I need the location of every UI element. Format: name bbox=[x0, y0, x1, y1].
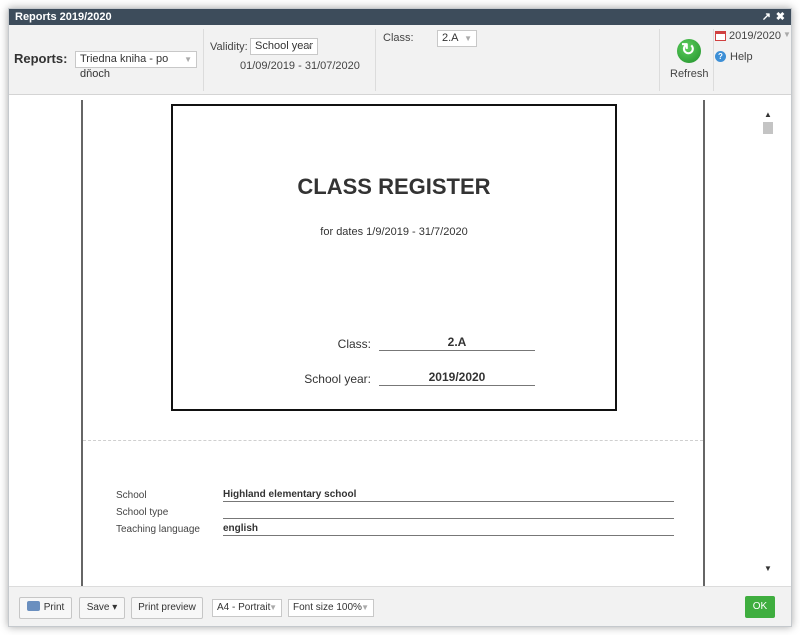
year-label: 2019/2020 bbox=[729, 30, 781, 42]
report-select[interactable]: Triedna kniha - po dňoch ▼ bbox=[75, 51, 197, 80]
cover-title: CLASS REGISTER bbox=[297, 174, 491, 199]
report-preview-area[interactable]: CLASS REGISTER for dates 1/9/2019 - 31/7… bbox=[9, 96, 791, 586]
print-button[interactable]: Print bbox=[19, 597, 72, 619]
validity-label: Validity: bbox=[210, 41, 248, 53]
cover-year-value: 2019/2020 bbox=[379, 370, 535, 386]
paper-format-value: A4 - Portrait bbox=[217, 602, 271, 613]
info-school-type-value bbox=[223, 506, 674, 519]
scroll-up-icon[interactable]: ▲ bbox=[761, 110, 775, 119]
footer-bar: Print Save ▾ Print preview A4 - Portrait… bbox=[9, 586, 791, 626]
class-select[interactable]: 2.A ▼ bbox=[437, 30, 477, 47]
title-bar: Reports 2019/2020 ↗ ✖ bbox=[9, 9, 791, 25]
info-school-type-label: School type bbox=[116, 507, 169, 518]
info-school-value: Highland elementary school bbox=[223, 489, 674, 502]
info-language-value: english bbox=[223, 523, 674, 536]
toolbar: Reports: Triedna kniha - po dňoch ▼ Vali… bbox=[9, 25, 791, 95]
ok-button[interactable]: OK bbox=[745, 596, 775, 618]
calendar-icon bbox=[715, 31, 726, 41]
info-school-label: School bbox=[116, 490, 147, 501]
cover-frame: CLASS REGISTER for dates 1/9/2019 - 31/7… bbox=[171, 104, 617, 411]
page-break-divider bbox=[83, 440, 703, 441]
chevron-down-icon: ▼ bbox=[269, 603, 277, 612]
print-preview-label: Print preview bbox=[138, 602, 196, 613]
report-page: CLASS REGISTER for dates 1/9/2019 - 31/7… bbox=[81, 100, 705, 586]
help-link[interactable]: ? Help bbox=[715, 51, 765, 65]
cover-class-label: Class: bbox=[337, 337, 371, 351]
font-size-value: Font size 100% bbox=[293, 602, 362, 613]
info-language-label: Teaching language bbox=[116, 524, 200, 535]
validity-select[interactable]: School year ▼ bbox=[250, 38, 318, 55]
scroll-down-icon[interactable]: ▼ bbox=[761, 564, 775, 573]
maximize-icon[interactable]: ↗ bbox=[762, 9, 771, 25]
refresh-label: Refresh bbox=[670, 68, 709, 80]
class-select-value: 2.A bbox=[442, 32, 459, 44]
validity-dates: 01/09/2019 - 31/07/2020 bbox=[240, 60, 360, 72]
chevron-down-icon: ▼ bbox=[305, 42, 313, 51]
refresh-button[interactable]: Refresh bbox=[667, 29, 711, 89]
refresh-icon bbox=[677, 39, 701, 63]
chevron-down-icon: ▼ bbox=[783, 30, 791, 39]
chevron-down-icon: ▼ bbox=[184, 55, 192, 64]
scrollbar-thumb[interactable] bbox=[763, 122, 773, 134]
cover-year-label: School year: bbox=[304, 372, 371, 386]
cover-subtitle: for dates 1/9/2019 - 31/7/2020 bbox=[320, 226, 468, 238]
year-selector[interactable]: 2019/2020 ▼ bbox=[715, 30, 791, 44]
printer-icon bbox=[26, 601, 40, 612]
save-label: Save ▾ bbox=[86, 602, 118, 613]
report-select-value: Triedna kniha - po dňoch bbox=[80, 53, 169, 80]
toolbar-divider bbox=[375, 29, 376, 91]
chevron-down-icon: ▼ bbox=[361, 603, 369, 612]
print-label: Print bbox=[43, 602, 65, 613]
help-icon: ? bbox=[715, 51, 726, 62]
toolbar-divider bbox=[713, 29, 714, 91]
vertical-scrollbar[interactable]: ▲ ▼ bbox=[761, 100, 775, 574]
window-title: Reports 2019/2020 bbox=[15, 11, 112, 23]
toolbar-divider bbox=[659, 29, 660, 91]
paper-format-select[interactable]: A4 - Portrait ▼ bbox=[212, 599, 282, 617]
class-label: Class: bbox=[383, 32, 414, 44]
chevron-down-icon: ▼ bbox=[464, 34, 472, 43]
reports-label: Reports: bbox=[14, 51, 68, 66]
close-icon[interactable]: ✖ bbox=[776, 9, 785, 25]
save-button[interactable]: Save ▾ bbox=[79, 597, 125, 619]
toolbar-divider bbox=[203, 29, 204, 91]
font-size-select[interactable]: Font size 100% ▼ bbox=[288, 599, 374, 617]
cover-class-value: 2.A bbox=[379, 335, 535, 351]
help-label: Help bbox=[730, 51, 753, 63]
print-preview-button[interactable]: Print preview bbox=[131, 597, 203, 619]
reports-window: Reports 2019/2020 ↗ ✖ Reports: Triedna k… bbox=[8, 8, 792, 627]
